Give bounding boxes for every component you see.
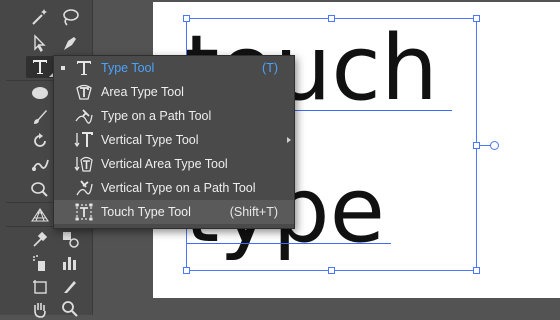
menu-item-label: Type Tool bbox=[101, 61, 155, 75]
area-type-tool-icon bbox=[74, 82, 94, 102]
menu-item-label: Touch Type Tool bbox=[101, 205, 191, 219]
column-graph-icon[interactable] bbox=[56, 252, 84, 274]
menu-item-touch-type-tool[interactable]: Touch Type Tool (Shift+T) bbox=[54, 200, 294, 224]
resize-handle[interactable] bbox=[473, 15, 480, 22]
menu-item-label: Type on a Path Tool bbox=[101, 109, 212, 123]
type-tools-flyout-menu: Type Tool (T) Area Type Tool Type on a P… bbox=[53, 55, 295, 229]
blend-icon[interactable] bbox=[56, 228, 84, 250]
eyedropper-icon[interactable] bbox=[26, 228, 54, 250]
menu-item-label: Vertical Type Tool bbox=[101, 133, 199, 147]
rotate-icon[interactable] bbox=[26, 130, 54, 152]
resize-handle[interactable] bbox=[183, 267, 190, 274]
pen-icon[interactable] bbox=[56, 32, 84, 54]
artboard-icon[interactable] bbox=[26, 276, 54, 298]
resize-handle[interactable] bbox=[328, 15, 335, 22]
slice-icon[interactable] bbox=[56, 276, 84, 298]
current-tool-indicator bbox=[61, 66, 65, 70]
hand-icon[interactable] bbox=[26, 298, 54, 320]
text-baseline bbox=[186, 243, 391, 244]
submenu-arrow-icon bbox=[287, 137, 291, 143]
vertical-area-type-tool-icon bbox=[74, 154, 94, 174]
ellipse-icon[interactable] bbox=[26, 82, 54, 104]
resize-handle[interactable] bbox=[183, 15, 190, 22]
paintbrush-icon[interactable] bbox=[26, 106, 54, 128]
type-on-path-tool-icon bbox=[74, 106, 94, 126]
lasso-icon[interactable] bbox=[56, 6, 84, 28]
magic-wand-icon[interactable] bbox=[26, 6, 54, 28]
zoom-icon[interactable] bbox=[56, 298, 84, 320]
menu-item-label: Area Type Tool bbox=[101, 85, 184, 99]
menu-item-vertical-type-tool[interactable]: Vertical Type Tool bbox=[54, 128, 294, 152]
puppet-warp-icon[interactable] bbox=[26, 154, 54, 176]
menu-item-vertical-type-on-path-tool[interactable]: Vertical Type on a Path Tool bbox=[54, 176, 294, 200]
menu-item-shortcut: (Shift+T) bbox=[229, 205, 278, 219]
menu-item-type-tool[interactable]: Type Tool (T) bbox=[54, 56, 294, 80]
menu-item-type-on-path-tool[interactable]: Type on a Path Tool bbox=[54, 104, 294, 128]
menu-item-vertical-area-type-tool[interactable]: Vertical Area Type Tool bbox=[54, 152, 294, 176]
perspective-grid-icon[interactable] bbox=[26, 204, 54, 226]
resize-handle[interactable] bbox=[328, 267, 335, 274]
menu-item-shortcut: (T) bbox=[262, 61, 278, 75]
vertical-type-on-path-tool-icon bbox=[74, 178, 94, 198]
direct-selection-icon[interactable] bbox=[26, 32, 54, 54]
type-tool-icon bbox=[74, 58, 94, 78]
shape-builder-icon[interactable] bbox=[26, 178, 54, 200]
menu-item-area-type-tool[interactable]: Area Type Tool bbox=[54, 80, 294, 104]
symbol-sprayer-icon[interactable] bbox=[26, 252, 54, 274]
type-icon[interactable] bbox=[26, 56, 54, 78]
menu-item-label: Vertical Area Type Tool bbox=[101, 157, 228, 171]
menu-item-label: Vertical Type on a Path Tool bbox=[101, 181, 256, 195]
touch-type-tool-icon bbox=[74, 202, 94, 222]
resize-handle[interactable] bbox=[473, 267, 480, 274]
vertical-type-tool-icon bbox=[74, 130, 94, 150]
rotate-handle[interactable] bbox=[490, 141, 499, 150]
resize-handle[interactable] bbox=[473, 142, 480, 149]
